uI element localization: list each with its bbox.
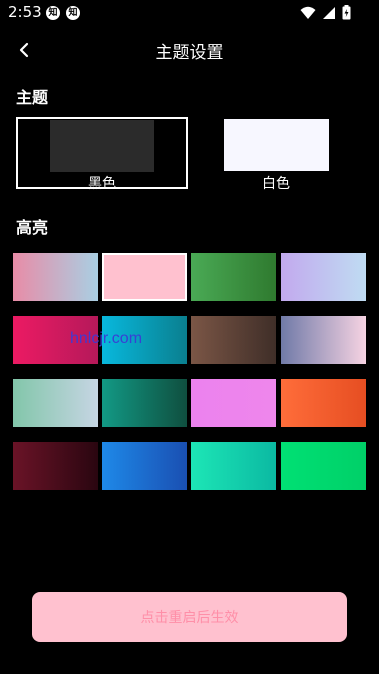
highlight-color-swatch[interactable] [102,379,187,427]
status-bar: 2:53 知 知 [0,0,379,26]
notification-icon-zhihu-2: 知 [66,6,80,20]
highlight-section-label: 高亮 [16,218,49,237]
theme-preview-black [50,120,154,172]
theme-preview-white [224,119,329,171]
highlight-color-swatch[interactable] [281,379,366,427]
theme-option-white[interactable]: 白色 [190,117,362,192]
highlight-color-swatch[interactable] [191,379,276,427]
highlight-color-swatch[interactable] [191,316,276,364]
highlight-color-swatch[interactable] [13,442,98,490]
highlight-color-swatch[interactable] [281,253,366,301]
highlight-color-swatch[interactable] [281,442,366,490]
highlight-color-swatch[interactable] [191,442,276,490]
highlight-color-swatch[interactable] [102,442,187,490]
wifi-icon [300,6,316,19]
theme-section-label: 主题 [16,88,49,107]
highlight-color-swatch[interactable] [191,253,276,301]
signal-icon [323,6,335,19]
page-title: 主题设置 [155,43,224,63]
watermark-text: hnlcjr.com [70,330,143,347]
highlight-color-swatch[interactable] [13,253,98,301]
app-bar: 主题设置 [0,30,379,70]
highlight-color-swatch[interactable] [102,253,187,301]
apply-restart-button[interactable]: 点击重启后生效 [32,592,347,642]
theme-option-black[interactable]: 黑色 [16,117,188,192]
battery-icon [342,5,351,20]
highlight-color-swatch[interactable] [13,379,98,427]
highlight-color-swatch[interactable] [281,316,366,364]
theme-option-label: 黑色 [88,176,116,192]
status-time: 2:53 [8,3,42,21]
notification-icon-zhihu-1: 知 [46,6,60,20]
theme-option-label: 白色 [262,176,290,192]
